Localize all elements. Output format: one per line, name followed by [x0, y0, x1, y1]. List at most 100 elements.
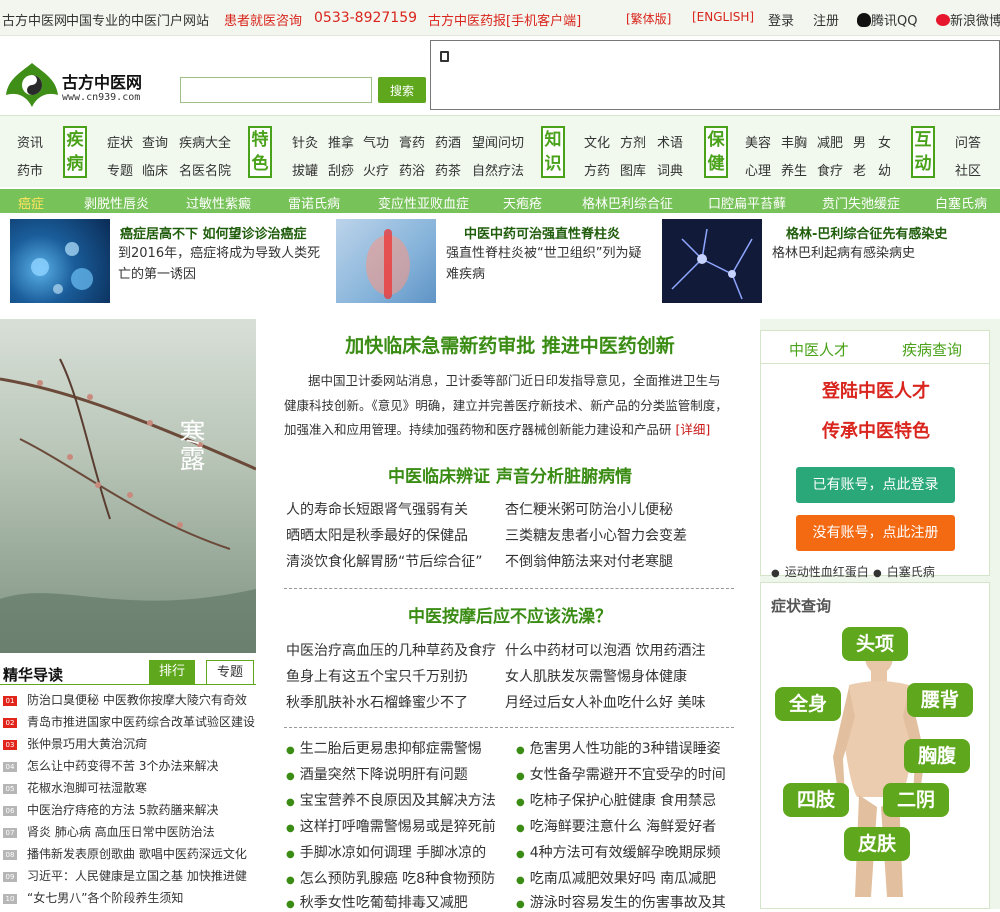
nav-herbal-bath[interactable]: 药浴	[399, 160, 425, 179]
nav-herbal-tea[interactable]: 药茶	[435, 160, 461, 179]
nav-culture[interactable]: 文化	[584, 132, 610, 151]
ticker-item[interactable]: 格林巴利综合征	[582, 193, 673, 212]
article-link[interactable]: 月经过后女人补血吃什么好 美味	[505, 692, 705, 712]
symptom-chest-abdomen[interactable]: 胸腹	[904, 739, 970, 773]
nav-qigong[interactable]: 气功	[363, 132, 389, 151]
section-heading[interactable]: 中医按摩后应不应该洗澡？	[260, 602, 760, 627]
nav-breast[interactable]: 丰胸	[781, 132, 807, 151]
article-link[interactable]: ● 游泳时容易发生的伤害事故及其	[516, 892, 726, 912]
article-link[interactable]: ● 吃南瓜减肥效果好吗 南瓜减肥	[516, 868, 716, 888]
feature-image[interactable]: 寒露	[0, 319, 257, 653]
ticker-item[interactable]: 剥脱性唇炎	[84, 193, 149, 212]
list-item[interactable]: 04 怎么让中药变得不苦 3个办法来解决	[3, 757, 218, 777]
article-link[interactable]: 秋季肌肤补水石榴蜂蜜少不了	[286, 692, 468, 712]
list-item[interactable]: 08 播伟新发表原创歌曲 歌唱中医药深远文化	[3, 845, 247, 865]
article-link[interactable]: 什么中药材可以泡酒 饮用药酒注	[505, 640, 705, 660]
nav-acupuncture[interactable]: 针灸	[292, 132, 318, 151]
detail-link[interactable]: [详细]	[676, 422, 711, 437]
nav-plaster[interactable]: 膏药	[399, 132, 425, 151]
list-item[interactable]: ● 白塞氏病	[873, 563, 935, 580]
article-link[interactable]: ● 吃柿子保护心脏健康 食用禁忌	[516, 790, 716, 810]
nav-topic[interactable]: 专题	[107, 160, 133, 179]
symptom-skin[interactable]: 皮肤	[844, 827, 910, 861]
promo-title[interactable]: 癌症居高不下 如何望诊诊治癌症	[120, 223, 307, 242]
nav-natural-therapy[interactable]: 自然疗法	[472, 160, 524, 179]
list-item[interactable]: 05 花椒水泡脚可祛湿散寒	[3, 779, 147, 799]
symptom-limbs[interactable]: 四肢	[783, 783, 849, 817]
nav-fire-therapy[interactable]: 火疗	[363, 160, 389, 179]
article-link[interactable]: 晒晒太阳是秋季最好的保健品	[286, 525, 468, 545]
list-item[interactable]: 06 中医治疗痔疮的方法 5款药膳来解决	[3, 801, 218, 821]
english-link[interactable]: [ENGLISH]	[692, 10, 754, 24]
article-link[interactable]: 中医治疗高血压的几种草药及食疗	[286, 640, 496, 660]
list-item[interactable]: 01 防治口臭便秘 中医教你按摩大陵穴有奇效	[3, 691, 247, 711]
article-link[interactable]: ● 4种方法可有效缓解孕晚期尿频	[516, 842, 721, 862]
nav-news[interactable]: 资讯	[17, 132, 43, 151]
nav-weight-loss[interactable]: 减肥	[817, 132, 843, 151]
nav-child[interactable]: 幼	[878, 160, 891, 179]
nav-elderly[interactable]: 老	[853, 160, 866, 179]
register-button[interactable]: 没有账号，点此注册	[796, 515, 955, 551]
nav-terms[interactable]: 术语	[657, 132, 683, 151]
ticker-item[interactable]: 贲门失弛缓症	[822, 193, 900, 212]
nav-dictionary[interactable]: 词典	[657, 160, 683, 179]
ticker-item[interactable]: 天疱疮	[503, 193, 542, 212]
tab-rank[interactable]: 排行	[149, 660, 195, 684]
nav-female[interactable]: 女	[878, 132, 891, 151]
site-name[interactable]: 古方中医网	[2, 10, 67, 29]
nav-symptom[interactable]: 症状	[107, 132, 133, 151]
promo-spine[interactable]: 中医中药可治强直性脊柱炎 强直性脊柱炎被“世卫组织”列为疑难疾病	[336, 219, 656, 303]
section-heading[interactable]: 中医临床辨证 声音分析脏腑病情	[260, 462, 760, 487]
list-item[interactable]: 09 习近平：人民健康是立国之基 加快推进健	[3, 867, 247, 887]
tab-topic[interactable]: 专题	[206, 660, 254, 684]
nav-beauty[interactable]: 美容	[745, 132, 771, 151]
nav-famous[interactable]: 名医名院	[179, 160, 231, 179]
list-item[interactable]: ● 运动性血红蛋白	[771, 563, 869, 580]
nav-massage[interactable]: 推拿	[328, 132, 354, 151]
headline[interactable]: 加快临床急需新药审批 推进中医药创新	[260, 331, 760, 358]
login-link[interactable]: 登录	[768, 10, 794, 29]
article-link[interactable]: ● 这样打呼噜需警惕易或是猝死前	[286, 816, 496, 836]
article-link[interactable]: 清淡饮食化解胃肠“节后综合征”	[286, 551, 483, 571]
promo-title[interactable]: 中医中药可治强直性脊柱炎	[464, 223, 620, 242]
symptom-head-neck[interactable]: 头项	[842, 627, 908, 661]
traditional-link[interactable]: [繁体版]	[626, 10, 671, 27]
nav-formula[interactable]: 方药	[584, 160, 610, 179]
search-input[interactable]	[180, 77, 372, 103]
nav-query[interactable]: 查询	[142, 132, 168, 151]
ticker-item[interactable]: 雷诺氏病	[288, 193, 340, 212]
nav-guasha[interactable]: 刮痧	[328, 160, 354, 179]
site-logo[interactable]: 古方中医网 www.cn939.com	[4, 59, 164, 109]
article-link[interactable]: 杏仁粳米粥可防治小儿便秘	[505, 499, 673, 519]
article-link[interactable]: ● 秋季女性吃葡萄排毒又减肥	[286, 892, 468, 912]
qq-link[interactable]: 腾讯QQ	[857, 10, 917, 29]
symptom-genitals[interactable]: 二阴	[883, 783, 949, 817]
article-link[interactable]: ● 女性备孕需避开不宜受孕的时间	[516, 764, 726, 784]
nav-community[interactable]: 社区	[955, 160, 981, 179]
article-link[interactable]: ● 吃海鲜要注意什么 海鲜爱好者	[516, 816, 716, 836]
article-link[interactable]: 不倒翁伸筋法来对付老寒腿	[505, 551, 673, 571]
consult-label[interactable]: 患者就医咨询	[224, 10, 302, 29]
list-item[interactable]: 02 青岛市推进国家中医药综合改革试验区建设	[3, 713, 255, 733]
article-link[interactable]: ● 酒量突然下降说明肝有问题	[286, 764, 468, 784]
nav-clinical[interactable]: 临床	[142, 160, 168, 179]
login-button[interactable]: 已有账号，点此登录	[796, 467, 955, 503]
article-link[interactable]: ● 宝宝营养不良原因及其解决方法	[286, 790, 496, 810]
article-link[interactable]: ● 怎么预防乳腺癌 吃8种食物预防	[286, 868, 495, 888]
nav-wellness[interactable]: 养生	[781, 160, 807, 179]
nav-gallery[interactable]: 图库	[620, 160, 646, 179]
nav-diet-therapy[interactable]: 食疗	[817, 160, 843, 179]
nav-prescription[interactable]: 方剂	[620, 132, 646, 151]
register-link[interactable]: 注册	[813, 10, 839, 29]
article-link[interactable]: 三类糖友患者小心智力会变差	[505, 525, 687, 545]
nav-disease-all[interactable]: 疾病大全	[179, 132, 231, 151]
weibo-link[interactable]: 新浪微博	[936, 10, 1000, 29]
newspaper-link[interactable]: 古方中医药报[手机客户端]	[428, 10, 581, 29]
ticker-item[interactable]: 变应性亚败血症	[378, 193, 469, 212]
nav-male[interactable]: 男	[853, 132, 866, 151]
symptom-whole-body[interactable]: 全身	[775, 687, 841, 721]
nav-market[interactable]: 药市	[17, 160, 43, 179]
symptom-back[interactable]: 腰背	[907, 683, 973, 717]
promo-cancer[interactable]: 癌症居高不下 如何望诊诊治癌症 到2016年，癌症将成为导致人类死亡的第一诱因	[10, 219, 330, 303]
promo-guillain-barre[interactable]: 格林-巴利综合征先有感染史 格林巴利起病有感染病史	[662, 219, 992, 303]
